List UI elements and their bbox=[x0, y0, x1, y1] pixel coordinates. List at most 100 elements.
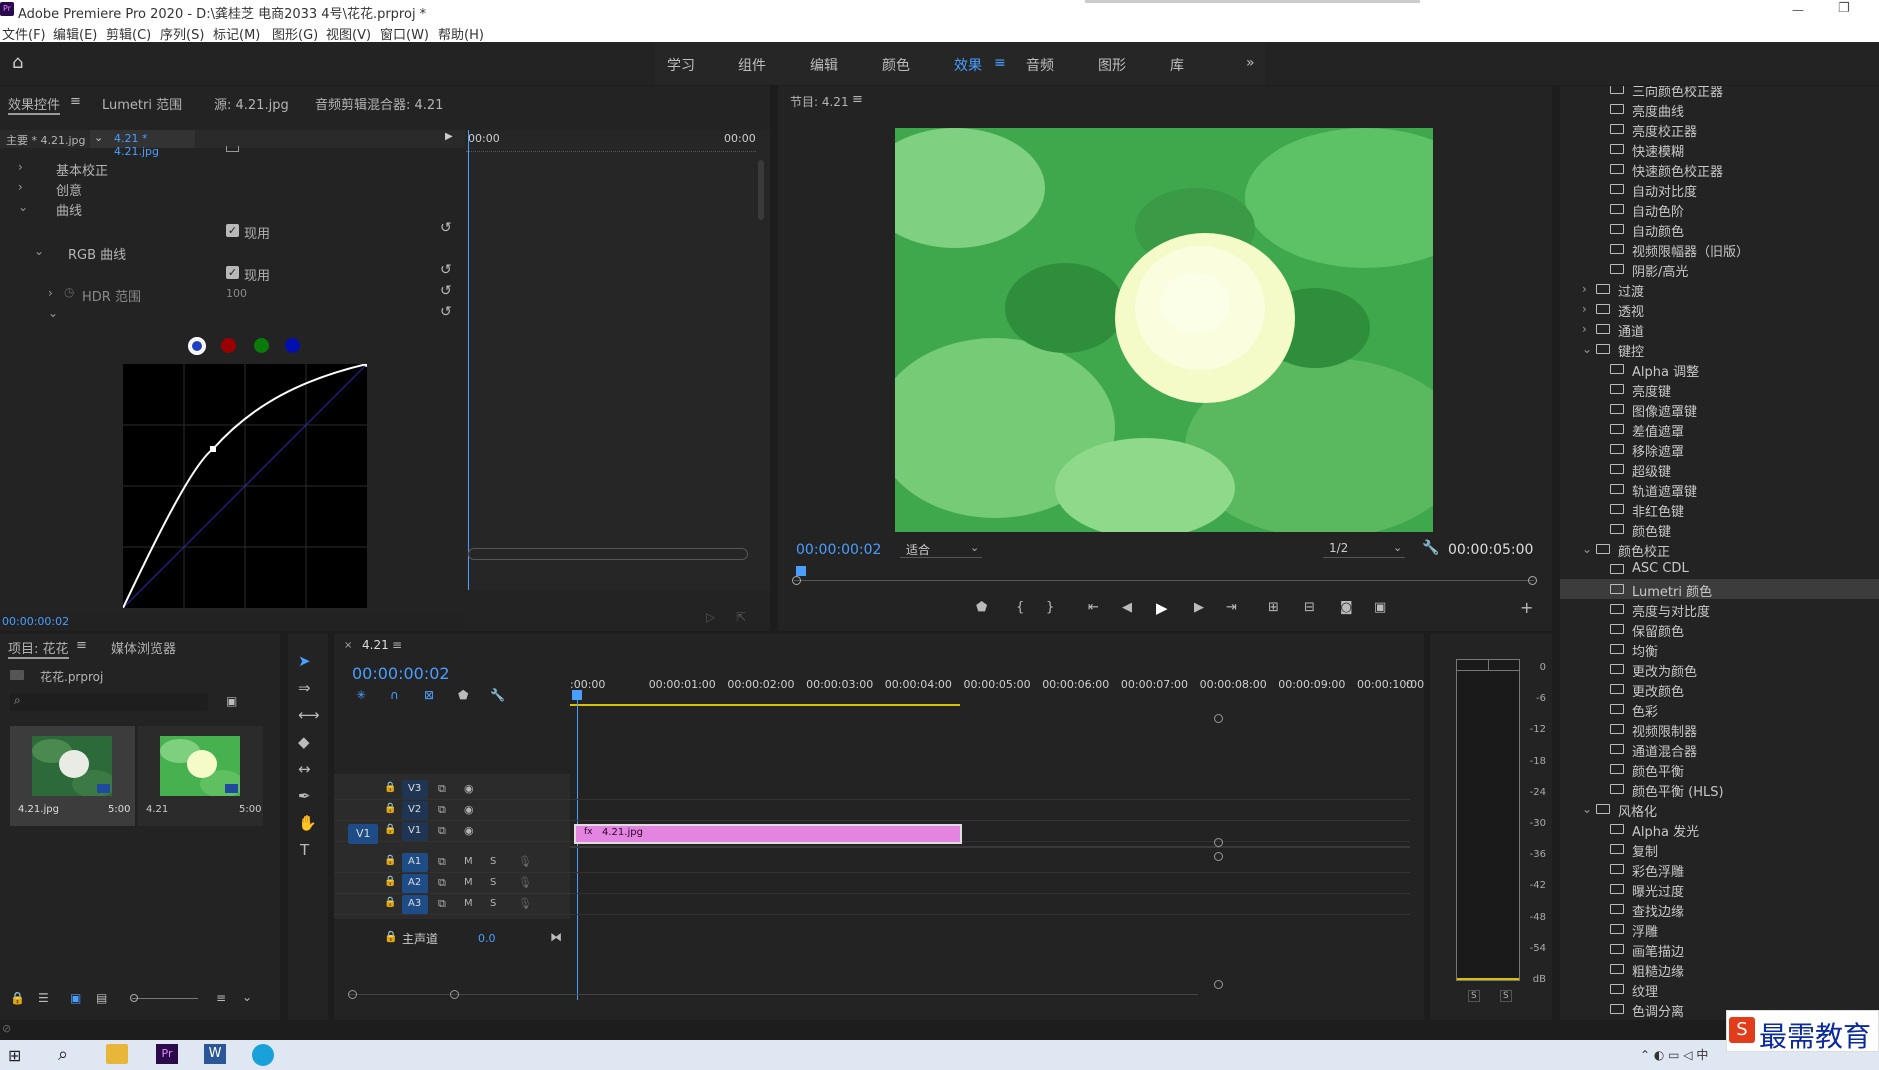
mute-button[interactable]: M bbox=[464, 877, 473, 888]
chevron-icon[interactable]: › bbox=[1582, 322, 1587, 336]
ec-scrollbar[interactable] bbox=[758, 160, 764, 220]
add-button-icon[interactable]: + bbox=[1520, 598, 1533, 617]
stopwatch-icon[interactable]: ◷ bbox=[64, 285, 74, 299]
wrench-icon[interactable]: 🔧 bbox=[1422, 540, 1439, 556]
filter-icon[interactable]: ▷ bbox=[706, 610, 715, 624]
sync-lock-icon[interactable]: ⧉ bbox=[438, 855, 446, 869]
source-v1-patch[interactable]: V1 bbox=[348, 824, 378, 844]
program-title[interactable]: 节目: 4.21 bbox=[790, 93, 849, 110]
search-icon[interactable]: ⌕ bbox=[58, 1044, 68, 1065]
menu-marker[interactable]: 标记(M) bbox=[213, 24, 260, 43]
microphone-icon[interactable]: 🎙 bbox=[518, 897, 532, 910]
a-scroll-handle[interactable] bbox=[1214, 980, 1223, 989]
hdr-range-value[interactable]: 100 bbox=[226, 287, 247, 300]
type-tool-icon[interactable]: T bbox=[300, 841, 309, 859]
curves-label[interactable]: 曲线 bbox=[56, 200, 82, 219]
chevron-down-icon[interactable]: ⌄ bbox=[48, 306, 58, 320]
timeline-timecode[interactable]: 00:00:00:02 bbox=[352, 664, 450, 683]
chevron-down-icon[interactable]: ⌄ bbox=[18, 200, 28, 214]
thumbnail-size-slider[interactable] bbox=[132, 998, 198, 999]
eye-icon[interactable]: ◉ bbox=[464, 824, 474, 837]
v-scroll-handle[interactable] bbox=[1214, 714, 1223, 723]
slip-tool-icon[interactable]: ↔ bbox=[298, 760, 311, 778]
rgb-curve-graph[interactable] bbox=[123, 364, 367, 608]
effects-folder[interactable]: › 通道 bbox=[1560, 319, 1879, 340]
menu-window[interactable]: 窗口(W) bbox=[380, 24, 429, 43]
snap-icon[interactable]: ∩ bbox=[390, 688, 399, 702]
menu-edit[interactable]: 编辑(E) bbox=[53, 24, 97, 43]
blue-channel-button[interactable] bbox=[285, 338, 300, 353]
effects-item[interactable]: 亮度校正器 bbox=[1560, 119, 1879, 140]
effects-folder[interactable]: ⌄ 键控 bbox=[1560, 339, 1879, 360]
mute-button[interactable]: M bbox=[464, 898, 473, 909]
effects-item[interactable]: 曝光过度 bbox=[1560, 879, 1879, 900]
menu-help[interactable]: 帮助(H) bbox=[438, 24, 484, 43]
effects-item[interactable]: 轨道遮罩键 bbox=[1560, 479, 1879, 500]
clip-selector[interactable]: ⌄ 4.21 * 4.21.jpg bbox=[90, 130, 195, 158]
white-channel-button[interactable] bbox=[188, 337, 206, 355]
tab-libraries[interactable]: 库 bbox=[1170, 55, 1184, 75]
mark-out-icon[interactable]: } bbox=[1046, 600, 1054, 615]
menu-view[interactable]: 视图(V) bbox=[326, 24, 371, 43]
icon-view-icon[interactable]: ▣ bbox=[70, 991, 81, 1005]
timeline-playhead-line[interactable] bbox=[577, 700, 578, 1000]
lock-icon[interactable]: 🔒 bbox=[384, 897, 396, 908]
resolution-dropdown[interactable]: 1/2 ⌄ bbox=[1323, 540, 1405, 558]
master-volume[interactable]: 0.0 bbox=[478, 932, 496, 945]
sync-lock-icon[interactable]: ⧉ bbox=[438, 824, 446, 838]
tab-audio-clip-mixer[interactable]: 音频剪辑混合器: 4.21 bbox=[315, 94, 443, 113]
reset-icon[interactable]: ↺ bbox=[440, 262, 452, 278]
razor-tool-icon[interactable]: ◆ bbox=[298, 733, 310, 751]
v-scroll-handle[interactable] bbox=[1214, 838, 1223, 847]
compare-view-icon[interactable]: ▣ bbox=[1374, 600, 1386, 615]
effects-folder[interactable]: ⌄ 颜色校正 bbox=[1560, 539, 1879, 560]
timeline-clip[interactable]: fx 4.21.jpg bbox=[574, 824, 962, 844]
effects-item[interactable]: 颜色平衡 (HLS) bbox=[1560, 779, 1879, 800]
chevron-icon[interactable]: ⌄ bbox=[1582, 542, 1592, 556]
minimize-icon[interactable]: — bbox=[1792, 3, 1804, 17]
effects-item[interactable]: Lumetri 颜色 bbox=[1560, 579, 1879, 600]
effects-item[interactable]: Alpha 调整 bbox=[1560, 359, 1879, 380]
solo-button[interactable]: S bbox=[490, 856, 496, 867]
rgb-enable-checkbox[interactable]: ✓ bbox=[226, 266, 239, 279]
effects-folder[interactable]: ⌄ 风格化 bbox=[1560, 799, 1879, 820]
go-to-in-icon[interactable]: ⇤ bbox=[1088, 600, 1099, 615]
effects-item[interactable]: 亮度曲线 bbox=[1560, 99, 1879, 120]
red-channel-button[interactable] bbox=[221, 338, 236, 353]
menu-graphics[interactable]: 图形(G) bbox=[272, 24, 318, 43]
fit-dropdown[interactable]: 适合 ⌄ bbox=[900, 540, 982, 558]
timeline-playhead-head[interactable] bbox=[572, 690, 582, 700]
effects-folder[interactable]: › 透视 bbox=[1560, 299, 1879, 320]
rgb-curves-label[interactable]: RGB 曲线 bbox=[68, 244, 126, 263]
effects-item[interactable]: 颜色平衡 bbox=[1560, 759, 1879, 780]
project-clip-item[interactable]: 4.21.jpg 5:00 bbox=[10, 726, 135, 826]
tab-effects[interactable]: 效果 bbox=[954, 55, 982, 75]
hamburger-icon[interactable]: ≡ bbox=[994, 55, 1006, 71]
lock-icon[interactable]: 🔒 bbox=[384, 876, 396, 887]
program-timecode[interactable]: 00:00:00:02 bbox=[796, 542, 881, 558]
reset-icon[interactable]: ↺ bbox=[440, 283, 452, 299]
solo-button[interactable]: S bbox=[490, 877, 496, 888]
effects-item[interactable]: 快速模糊 bbox=[1560, 139, 1879, 160]
play-only-clip-icon[interactable]: ▶ bbox=[445, 131, 453, 142]
effects-item[interactable]: 均衡 bbox=[1560, 639, 1879, 660]
effects-item[interactable]: 超级键 bbox=[1560, 459, 1879, 480]
work-area-bar[interactable] bbox=[570, 704, 960, 706]
effects-item[interactable]: 快速颜色校正器 bbox=[1560, 159, 1879, 180]
lift-icon[interactable]: ⊞ bbox=[1268, 600, 1279, 615]
sync-lock-icon[interactable]: ⧉ bbox=[438, 803, 446, 817]
reset-icon[interactable]: ↺ bbox=[440, 220, 452, 236]
pen-tool-icon[interactable]: ✒ bbox=[298, 787, 311, 805]
solo-right-button[interactable]: S bbox=[1500, 990, 1512, 1002]
effects-item[interactable]: 更改为颜色 bbox=[1560, 659, 1879, 680]
effects-item[interactable]: 保留颜色 bbox=[1560, 619, 1879, 640]
tab-audio[interactable]: 音频 bbox=[1026, 55, 1054, 75]
audio-track[interactable]: 🔒 A2 ⧉ M S 🎙 bbox=[334, 873, 1410, 894]
creative-label[interactable]: 创意 bbox=[56, 180, 82, 199]
go-to-out-icon[interactable]: ⇥ bbox=[1226, 600, 1237, 615]
reset-icon[interactable]: ↺ bbox=[440, 304, 452, 320]
tab-source[interactable]: 源: 4.21.jpg bbox=[214, 94, 289, 113]
effects-item[interactable]: 通道混合器 bbox=[1560, 739, 1879, 760]
effects-item[interactable]: 画笔描边 bbox=[1560, 939, 1879, 960]
premiere-taskbar-icon[interactable]: Pr bbox=[156, 1044, 178, 1064]
